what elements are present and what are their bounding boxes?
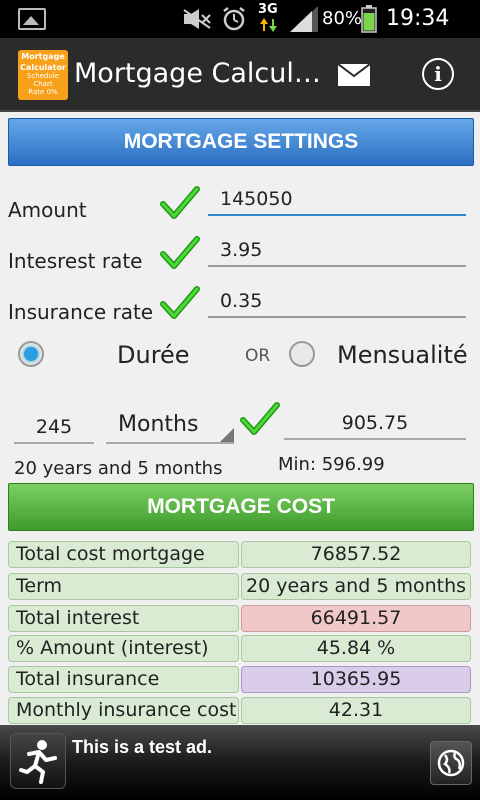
amount-interest-percent-label: % Amount (interest) — [8, 635, 239, 662]
info-icon[interactable]: i — [422, 58, 454, 90]
action-bar: Mortgage Calculator Schedule Chart Rate … — [0, 38, 480, 112]
amount-valid-check-icon — [160, 186, 200, 219]
monthly-payment-input[interactable]: 905.75 — [284, 408, 466, 440]
amount-interest-percent-value: 45.84 % — [241, 635, 471, 662]
data-arrows-icon — [260, 18, 277, 32]
duration-valid-check-icon — [240, 402, 280, 435]
total-cost-label: Total cost mortgage — [8, 541, 239, 568]
monthly-insurance-label: Monthly insurance cost — [8, 697, 239, 724]
monthly-insurance-value: 42.31 — [241, 697, 471, 724]
duree-radio[interactable] — [18, 341, 44, 367]
term-label: Term — [8, 573, 239, 600]
running-man-icon — [10, 733, 66, 789]
network-type-indicator: 3G — [258, 2, 278, 17]
interest-rate-input[interactable]: 3.95 — [208, 235, 466, 267]
amount-input[interactable]: 145050 — [208, 184, 466, 216]
duration-description: 20 years and 5 months — [14, 458, 223, 479]
total-interest-label: Total interest — [8, 605, 239, 632]
insurance-rate-input[interactable]: 0.35 — [208, 286, 466, 318]
status-bar: 3G 80% 19:34 — [0, 0, 480, 38]
total-insurance-value: 10365.95 — [241, 666, 471, 693]
mail-icon[interactable] — [338, 64, 370, 86]
app-title: Mortgage Calcul… — [74, 58, 321, 89]
mortgage-cost-header: MORTGAGE COST — [8, 483, 474, 531]
image-notification-icon — [18, 8, 46, 30]
amount-label: Amount — [8, 198, 87, 222]
mute-icon — [183, 9, 211, 29]
interest-rate-valid-check-icon — [160, 236, 200, 269]
mortgage-settings-header: MORTGAGE SETTINGS — [8, 118, 474, 166]
interest-rate-label: Intesrest rate — [8, 249, 143, 273]
battery-percentage: 80% — [322, 8, 363, 29]
battery-icon — [361, 5, 377, 33]
alarm-icon — [223, 7, 245, 31]
ad-text[interactable]: This is a test ad. — [72, 735, 212, 759]
app-logo-icon[interactable]: Mortgage Calculator Schedule Chart Rate … — [18, 50, 68, 100]
total-insurance-label: Total insurance — [8, 666, 239, 693]
minimum-payment: Min: 596.99 — [278, 454, 385, 475]
duree-radio-label[interactable]: Durée — [117, 341, 190, 369]
total-cost-value: 76857.52 — [241, 541, 471, 568]
signal-strength-icon — [290, 6, 318, 32]
or-separator: OR — [245, 346, 271, 366]
mensualite-radio-label[interactable]: Mensualité — [337, 341, 468, 369]
ad-banner[interactable]: This is a test ad. — [0, 725, 480, 800]
clock: 19:34 — [386, 6, 450, 31]
insurance-rate-label: Insurance rate — [8, 300, 154, 324]
total-interest-value: 66491.57 — [241, 605, 471, 632]
duration-unit-dropdown[interactable]: Months — [106, 408, 234, 444]
term-value: 20 years and 5 months — [241, 573, 471, 600]
duration-input[interactable]: 245 — [14, 412, 94, 444]
mensualite-radio[interactable] — [289, 341, 315, 367]
insurance-rate-valid-check-icon — [160, 286, 200, 319]
globe-icon[interactable] — [430, 741, 472, 785]
